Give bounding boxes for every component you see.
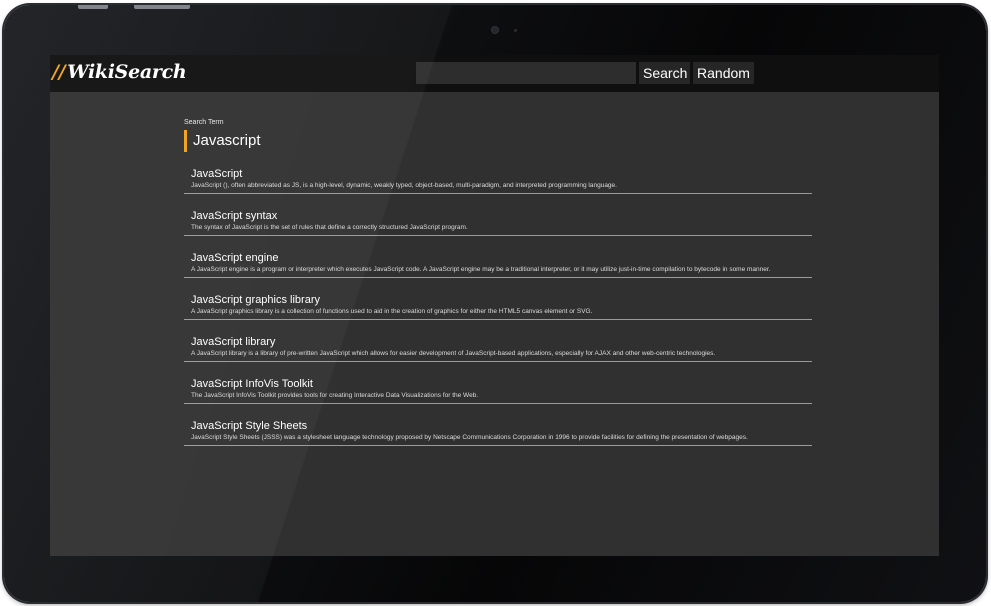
search-input[interactable] [416,62,636,84]
search-term-heading: Javascript [184,130,812,152]
result-title[interactable]: JavaScript graphics library [191,294,805,306]
logo-slashes: // [52,61,66,83]
random-button[interactable]: Random [693,62,754,84]
navbar: //WikiSearch Search Random [50,55,939,92]
volume-button [78,5,108,9]
result-title[interactable]: JavaScript syntax [191,210,805,222]
result-item[interactable]: JavaScript library A JavaScript library i… [184,336,812,362]
power-button [134,5,190,9]
result-title[interactable]: JavaScript Style Sheets [191,420,805,432]
main-content: Search Term Javascript JavaScript JavaScr… [184,118,812,462]
result-description: A JavaScript graphics library is a colle… [191,308,593,315]
result-item[interactable]: JavaScript InfoVis Toolkit The JavaScript… [184,378,812,404]
result-item[interactable]: JavaScript JavaScript (), often abbreviat… [184,168,812,194]
tablet-frame: //WikiSearch Search Random Search Term J… [4,5,986,602]
result-item[interactable]: JavaScript engine A JavaScript engine is … [184,252,812,278]
result-item[interactable]: JavaScript syntax The syntax of JavaScrip… [184,210,812,236]
screen: //WikiSearch Search Random Search Term J… [50,55,939,556]
result-title[interactable]: JavaScript InfoVis Toolkit [191,378,805,390]
results-list: JavaScript JavaScript (), often abbreviat… [184,168,812,446]
result-description: The JavaScript InfoVis Toolkit provides … [191,392,479,399]
result-title[interactable]: JavaScript [191,168,805,180]
camera-icon [492,27,498,33]
logo-text: WikiSearch [67,61,187,83]
result-description: JavaScript (), often abbreviated as JS, … [191,182,617,189]
result-description: A JavaScript engine is a program or inte… [191,266,771,273]
result-description: The syntax of JavaScript is the set of r… [191,224,468,231]
result-description: JavaScript Style Sheets (JSSS) was a sty… [191,434,748,441]
result-item[interactable]: JavaScript graphics library A JavaScript … [184,294,812,320]
search-button[interactable]: Search [639,62,690,84]
sensor-dot [514,29,517,32]
result-description: A JavaScript library is a library of pre… [191,350,716,357]
result-title[interactable]: JavaScript library [191,336,805,348]
result-item[interactable]: JavaScript Style Sheets JavaScript Style … [184,420,812,446]
search-term-label: Search Term [184,119,224,126]
result-title[interactable]: JavaScript engine [191,252,805,264]
app-logo[interactable]: //WikiSearch [52,61,187,83]
